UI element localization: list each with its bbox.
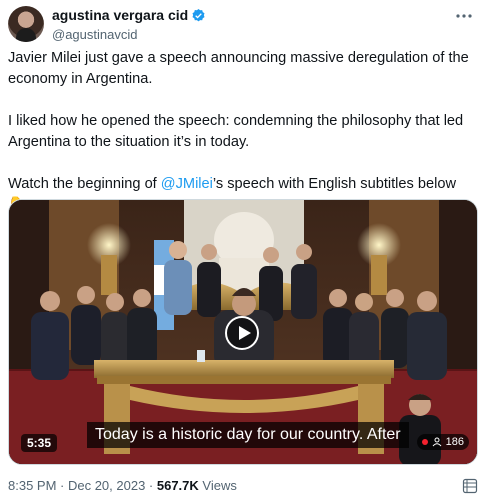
live-dot-icon <box>421 439 428 445</box>
tweet-text-before-mention: Watch the beginning of <box>8 176 161 192</box>
paragraph-spacer <box>8 153 478 174</box>
mention-link[interactable]: @JMilei <box>161 176 213 192</box>
video-subtitle: Today is a historic day for our country.… <box>87 422 409 448</box>
user-handle[interactable]: @agustinavcid <box>52 26 206 43</box>
avatar[interactable] <box>8 6 44 42</box>
display-name-row[interactable]: agustina vergara cid <box>52 7 206 24</box>
verified-badge-icon <box>192 8 205 22</box>
viewer-count-badge: 186 <box>416 434 469 450</box>
tweet-paragraph-2: I liked how he opened the speech: condem… <box>8 113 464 150</box>
video-duration: 5:35 <box>21 434 58 452</box>
tweet-paragraph-1: Javier Milei just gave a speech announci… <box>8 50 469 87</box>
tweet-text: Javier Milei just gave a speech announci… <box>8 48 478 216</box>
paragraph-spacer <box>8 90 478 111</box>
tweet-metadata: 8:35 PM · Dec 20, 2023 · 567.7K Views <box>8 478 237 493</box>
people-icon <box>432 437 442 447</box>
views-count: 567.7K <box>156 478 199 493</box>
grid-icon[interactable] <box>462 478 478 494</box>
more-options-icon[interactable] <box>454 8 474 24</box>
views-label: Views <box>198 478 237 493</box>
video-player[interactable]: Today is a historic day for our country.… <box>8 199 478 465</box>
play-icon[interactable] <box>225 316 259 350</box>
viewer-count: 186 <box>445 436 464 448</box>
tweet-header: agustina vergara cid @agustinavcid <box>8 6 478 46</box>
timestamp[interactable]: 8:35 PM · Dec 20, 2023 · <box>8 478 157 493</box>
author-names: agustina vergara cid @agustinavcid <box>52 7 206 43</box>
display-name[interactable]: agustina vergara cid <box>52 7 188 24</box>
